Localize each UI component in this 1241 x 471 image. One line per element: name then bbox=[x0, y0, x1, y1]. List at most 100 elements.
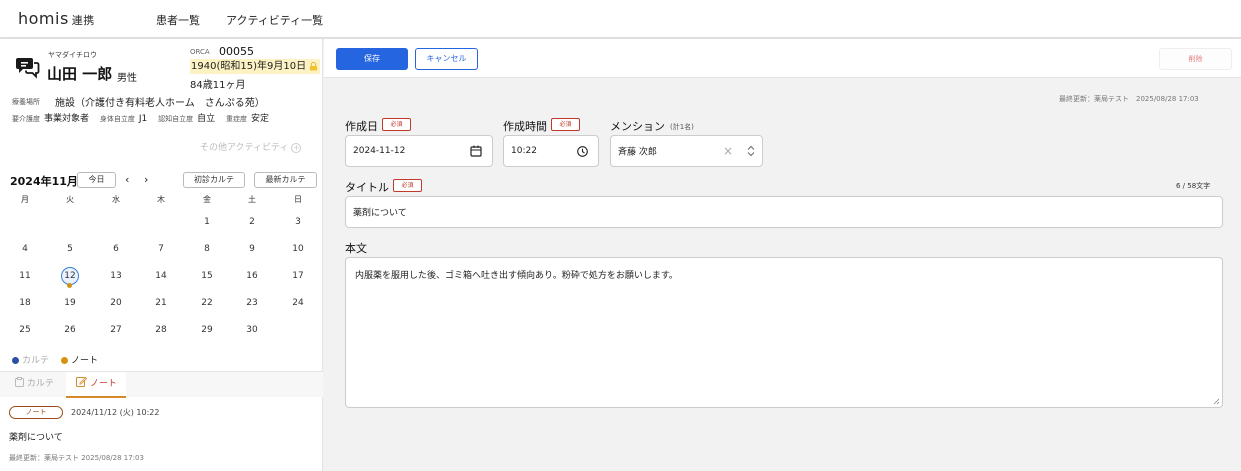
body-label: 本文 bbox=[345, 242, 367, 255]
sort-icon bbox=[747, 145, 755, 157]
note-dot-icon bbox=[61, 357, 68, 364]
calendar-day[interactable]: 17 bbox=[283, 271, 313, 281]
nav-activity-list[interactable]: アクティビティ一覧 bbox=[226, 12, 323, 28]
first-chart-button[interactable]: 初診カルテ bbox=[183, 172, 245, 188]
calendar-day[interactable]: 19 bbox=[55, 298, 85, 308]
delete-button[interactable]: 削除 bbox=[1159, 48, 1232, 70]
physical-label: 身体自立度 bbox=[99, 115, 135, 123]
nav-patient-list[interactable]: 患者一覧 bbox=[156, 12, 200, 28]
save-button[interactable]: 保存 bbox=[336, 48, 408, 70]
weekday-header: 火 bbox=[66, 195, 74, 204]
mention-select[interactable]: 斉藤 次郎 × bbox=[610, 135, 763, 167]
weekday-header: 日 bbox=[294, 195, 302, 204]
calendar-day[interactable]: 20 bbox=[101, 298, 131, 308]
note-datetime: 2024/11/12 (火) 10:22 bbox=[71, 408, 160, 417]
location-value: 施設（介護付き有料老人ホーム さんぷる苑） bbox=[55, 98, 265, 109]
title-counter: 6 / 58文字 bbox=[1176, 182, 1211, 190]
weekday-header: 金 bbox=[203, 195, 211, 204]
calendar-day[interactable]: 3 bbox=[283, 217, 313, 227]
date-value: 2024-11-12 bbox=[353, 146, 406, 156]
calendar-day[interactable]: 7 bbox=[146, 244, 176, 254]
patient-kana: ヤマダイチロウ bbox=[48, 51, 97, 59]
severity-value: 安定 bbox=[251, 114, 270, 124]
calendar-day[interactable]: 29 bbox=[192, 325, 222, 335]
calendar-day[interactable]: 28 bbox=[146, 325, 176, 335]
calendar-day[interactable]: 8 bbox=[192, 244, 222, 254]
calendar-day[interactable]: 4 bbox=[10, 244, 40, 254]
note-marker bbox=[67, 283, 72, 288]
chart-dot-icon bbox=[12, 357, 19, 364]
cancel-button[interactable]: キャンセル bbox=[415, 48, 478, 70]
calendar-day[interactable]: 25 bbox=[10, 325, 40, 335]
calendar-day[interactable]: 2 bbox=[237, 217, 267, 227]
date-label: 作成日 bbox=[345, 120, 378, 133]
action-bar: 保存 キャンセル 削除 bbox=[324, 39, 1241, 78]
dob-text: 1940(昭和15)年9月10日 bbox=[191, 61, 307, 72]
calendar-day[interactable]: 11 bbox=[10, 271, 40, 281]
patient-dob: 1940(昭和15)年9月10日 bbox=[190, 59, 320, 74]
patient-panel: ヤマダイチロウ 山田 一郎 男性 ORCA 00055 1940(昭和15)年9… bbox=[0, 39, 323, 471]
calendar-day[interactable]: 16 bbox=[237, 271, 267, 281]
time-value: 10:22 bbox=[511, 146, 537, 156]
today-button[interactable]: 今日 bbox=[77, 172, 116, 188]
title-value: 薬剤について bbox=[353, 208, 407, 219]
calendar-day[interactable]: 18 bbox=[10, 298, 40, 308]
weekday-header: 土 bbox=[248, 195, 256, 204]
calendar-day[interactable]: 9 bbox=[237, 244, 267, 254]
calendar-day[interactable]: 15 bbox=[192, 271, 222, 281]
care-value: 事業対象者 bbox=[44, 114, 90, 124]
care-levels: 要介護度 事業対象者 身体自立度 J1 認知自立度 自立 重症度 安定 bbox=[12, 111, 277, 124]
calendar-day[interactable]: 10 bbox=[283, 244, 313, 254]
top-nav: homis 連携 患者一覧 アクティビティ一覧 bbox=[0, 0, 1241, 38]
app-logo[interactable]: homis 連携 bbox=[18, 9, 95, 28]
orca-label: ORCA bbox=[190, 48, 210, 56]
last-updated: 最終更新：薬局テスト 2025/08/28 17:03 bbox=[1059, 95, 1199, 103]
body-textarea[interactable]: 内服薬を服用した後、ゴミ箱へ吐き出す傾向あり。粉砕で処方をお願いします。 bbox=[345, 257, 1223, 408]
mention-count: (計1名) bbox=[670, 123, 694, 131]
tab-chart[interactable]: カルテ bbox=[15, 372, 65, 398]
calendar-icon bbox=[470, 145, 482, 157]
location-label: 療養場所 bbox=[12, 98, 40, 106]
note-updated: 最終更新：薬局テスト 2025/08/28 17:03 bbox=[9, 454, 144, 462]
body-value: 内服薬を服用した後、ゴミ箱へ吐き出す傾向あり。粉砕で処方をお願いします。 bbox=[355, 271, 678, 281]
title-input[interactable]: 薬剤について bbox=[345, 196, 1223, 228]
edit-note-icon bbox=[76, 376, 88, 387]
required-badge: 必須 bbox=[382, 118, 411, 131]
calendar-day[interactable]: 5 bbox=[55, 244, 85, 254]
patient-age: 84歳11ヶ月 bbox=[190, 80, 246, 91]
calendar-day[interactable]: 12 bbox=[55, 271, 85, 281]
clock-icon bbox=[577, 146, 588, 157]
chat-bubble-icon bbox=[16, 58, 40, 79]
other-activity-button[interactable]: その他アクティビティ + bbox=[200, 140, 302, 153]
calendar-day[interactable]: 14 bbox=[146, 271, 176, 281]
calendar-day[interactable]: 27 bbox=[101, 325, 131, 335]
weekday-header: 木 bbox=[157, 195, 165, 204]
calendar-day[interactable]: 6 bbox=[101, 244, 131, 254]
calendar-day[interactable]: 1 bbox=[192, 217, 222, 227]
severity-label: 重症度 bbox=[226, 115, 248, 123]
resize-handle-icon[interactable] bbox=[1213, 398, 1220, 405]
physical-value: J1 bbox=[138, 114, 148, 124]
orca-id: 00055 bbox=[219, 45, 254, 58]
calendar-day[interactable]: 22 bbox=[192, 298, 222, 308]
calendar-day[interactable]: 21 bbox=[146, 298, 176, 308]
tab-note[interactable]: ノート bbox=[66, 372, 126, 398]
calendar-day[interactable]: 30 bbox=[237, 325, 267, 335]
chevron-left-icon[interactable]: ‹ bbox=[125, 173, 129, 186]
calendar-day[interactable]: 26 bbox=[55, 325, 85, 335]
date-field[interactable]: 2024-11-12 bbox=[345, 135, 493, 167]
title-label: タイトル bbox=[345, 181, 389, 194]
note-title[interactable]: 薬剤について bbox=[9, 430, 63, 443]
clear-icon[interactable]: × bbox=[723, 144, 733, 158]
clipboard-icon bbox=[15, 377, 24, 387]
required-badge: 必須 bbox=[551, 118, 580, 131]
cognitive-value: 自立 bbox=[197, 114, 216, 124]
time-label: 作成時間 bbox=[503, 120, 547, 133]
calendar-day[interactable]: 24 bbox=[283, 298, 313, 308]
chevron-right-icon[interactable]: › bbox=[144, 173, 148, 186]
calendar-day[interactable]: 23 bbox=[237, 298, 267, 308]
latest-chart-button[interactable]: 最新カルテ bbox=[254, 172, 317, 188]
time-field[interactable]: 10:22 bbox=[503, 135, 599, 167]
calendar-day[interactable]: 13 bbox=[101, 271, 131, 281]
legend-chart: カルテ bbox=[12, 353, 49, 366]
